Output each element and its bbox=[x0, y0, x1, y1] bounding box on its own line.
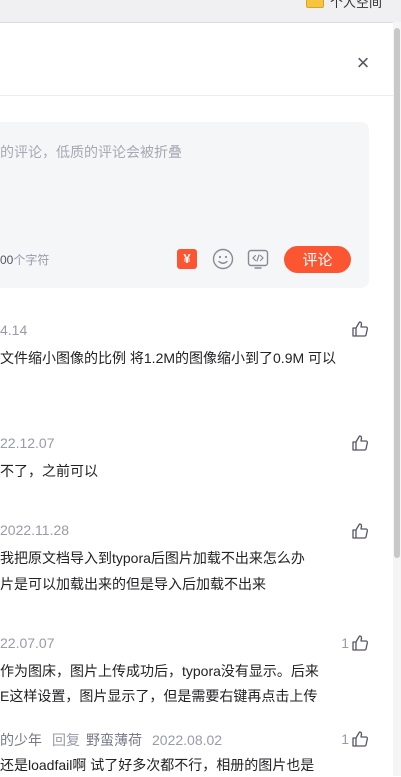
like-count: 1 bbox=[341, 635, 349, 651]
comment-text-line: 片是可以加载出来的但是导入后加载不出来 bbox=[0, 576, 266, 592]
comment-panel-header bbox=[0, 22, 393, 96]
like-button[interactable] bbox=[349, 434, 369, 452]
thumbs-up-icon bbox=[351, 634, 369, 652]
comment-date: 2022.11.28 bbox=[0, 522, 70, 538]
browser-bookmark-bar: 个人空间 bbox=[0, 0, 401, 23]
thumbs-up-icon bbox=[351, 320, 369, 338]
comment-text-line: 作为图床，图片上传成功后，typora没有显示。后来 bbox=[0, 663, 319, 679]
comment-text-line: E这样设置，图片显示了，但是需要右键再点击上传 bbox=[0, 688, 318, 704]
close-button[interactable]: × bbox=[352, 52, 374, 74]
thumbs-up-icon bbox=[351, 522, 369, 540]
code-icon[interactable] bbox=[247, 248, 269, 270]
comment-date: 4.14 bbox=[0, 322, 28, 338]
emoji-icon[interactable] bbox=[212, 248, 234, 270]
comment-text-line: 文件缩小图像的比例 将1.2M的图像缩小到了0.9M 可以 bbox=[0, 350, 337, 366]
thumbs-up-icon bbox=[351, 434, 369, 452]
char-count: 00个字符 bbox=[0, 251, 49, 268]
submit-comment-button[interactable]: 评论 bbox=[284, 246, 351, 273]
reward-icon[interactable]: ¥ bbox=[177, 249, 197, 269]
like-button[interactable]: 1 bbox=[341, 634, 369, 652]
comment-date: 22.07.07 bbox=[0, 635, 55, 651]
like-button[interactable] bbox=[349, 320, 369, 338]
reply-meta: 的少年 回复 野蛮薄荷 2022.08.02 bbox=[0, 730, 222, 750]
char-count-suffix: 个字符 bbox=[13, 253, 50, 267]
reply-label: 回复 bbox=[52, 732, 80, 748]
folder-icon[interactable] bbox=[306, 0, 324, 8]
scrollbar-thumb[interactable] bbox=[394, 28, 400, 558]
bookmark-label[interactable]: 个人空间 bbox=[330, 0, 382, 11]
comment-author[interactable]: 的少年 bbox=[0, 732, 42, 748]
thumbs-up-icon bbox=[351, 730, 369, 748]
like-button[interactable] bbox=[349, 522, 369, 540]
char-count-number: 00 bbox=[0, 253, 14, 267]
comment-input-placeholder[interactable]: 的评论，低质的评论会被折叠 bbox=[0, 142, 182, 162]
comment-text-line: 不了，之前可以 bbox=[0, 463, 98, 479]
comment-date: 22.12.07 bbox=[0, 435, 55, 451]
reply-target-author[interactable]: 野蛮薄荷 bbox=[86, 732, 142, 748]
like-count: 1 bbox=[341, 731, 349, 747]
comment-text-line: 我把原文档导入到typora后图片加载不出来怎么办 bbox=[0, 550, 305, 566]
comment-date: 2022.08.02 bbox=[152, 732, 223, 748]
like-button[interactable]: 1 bbox=[341, 730, 369, 748]
comment-text-line: 还是loadfail啊 试了好多次都不行，相册的图片也是 bbox=[0, 757, 315, 773]
